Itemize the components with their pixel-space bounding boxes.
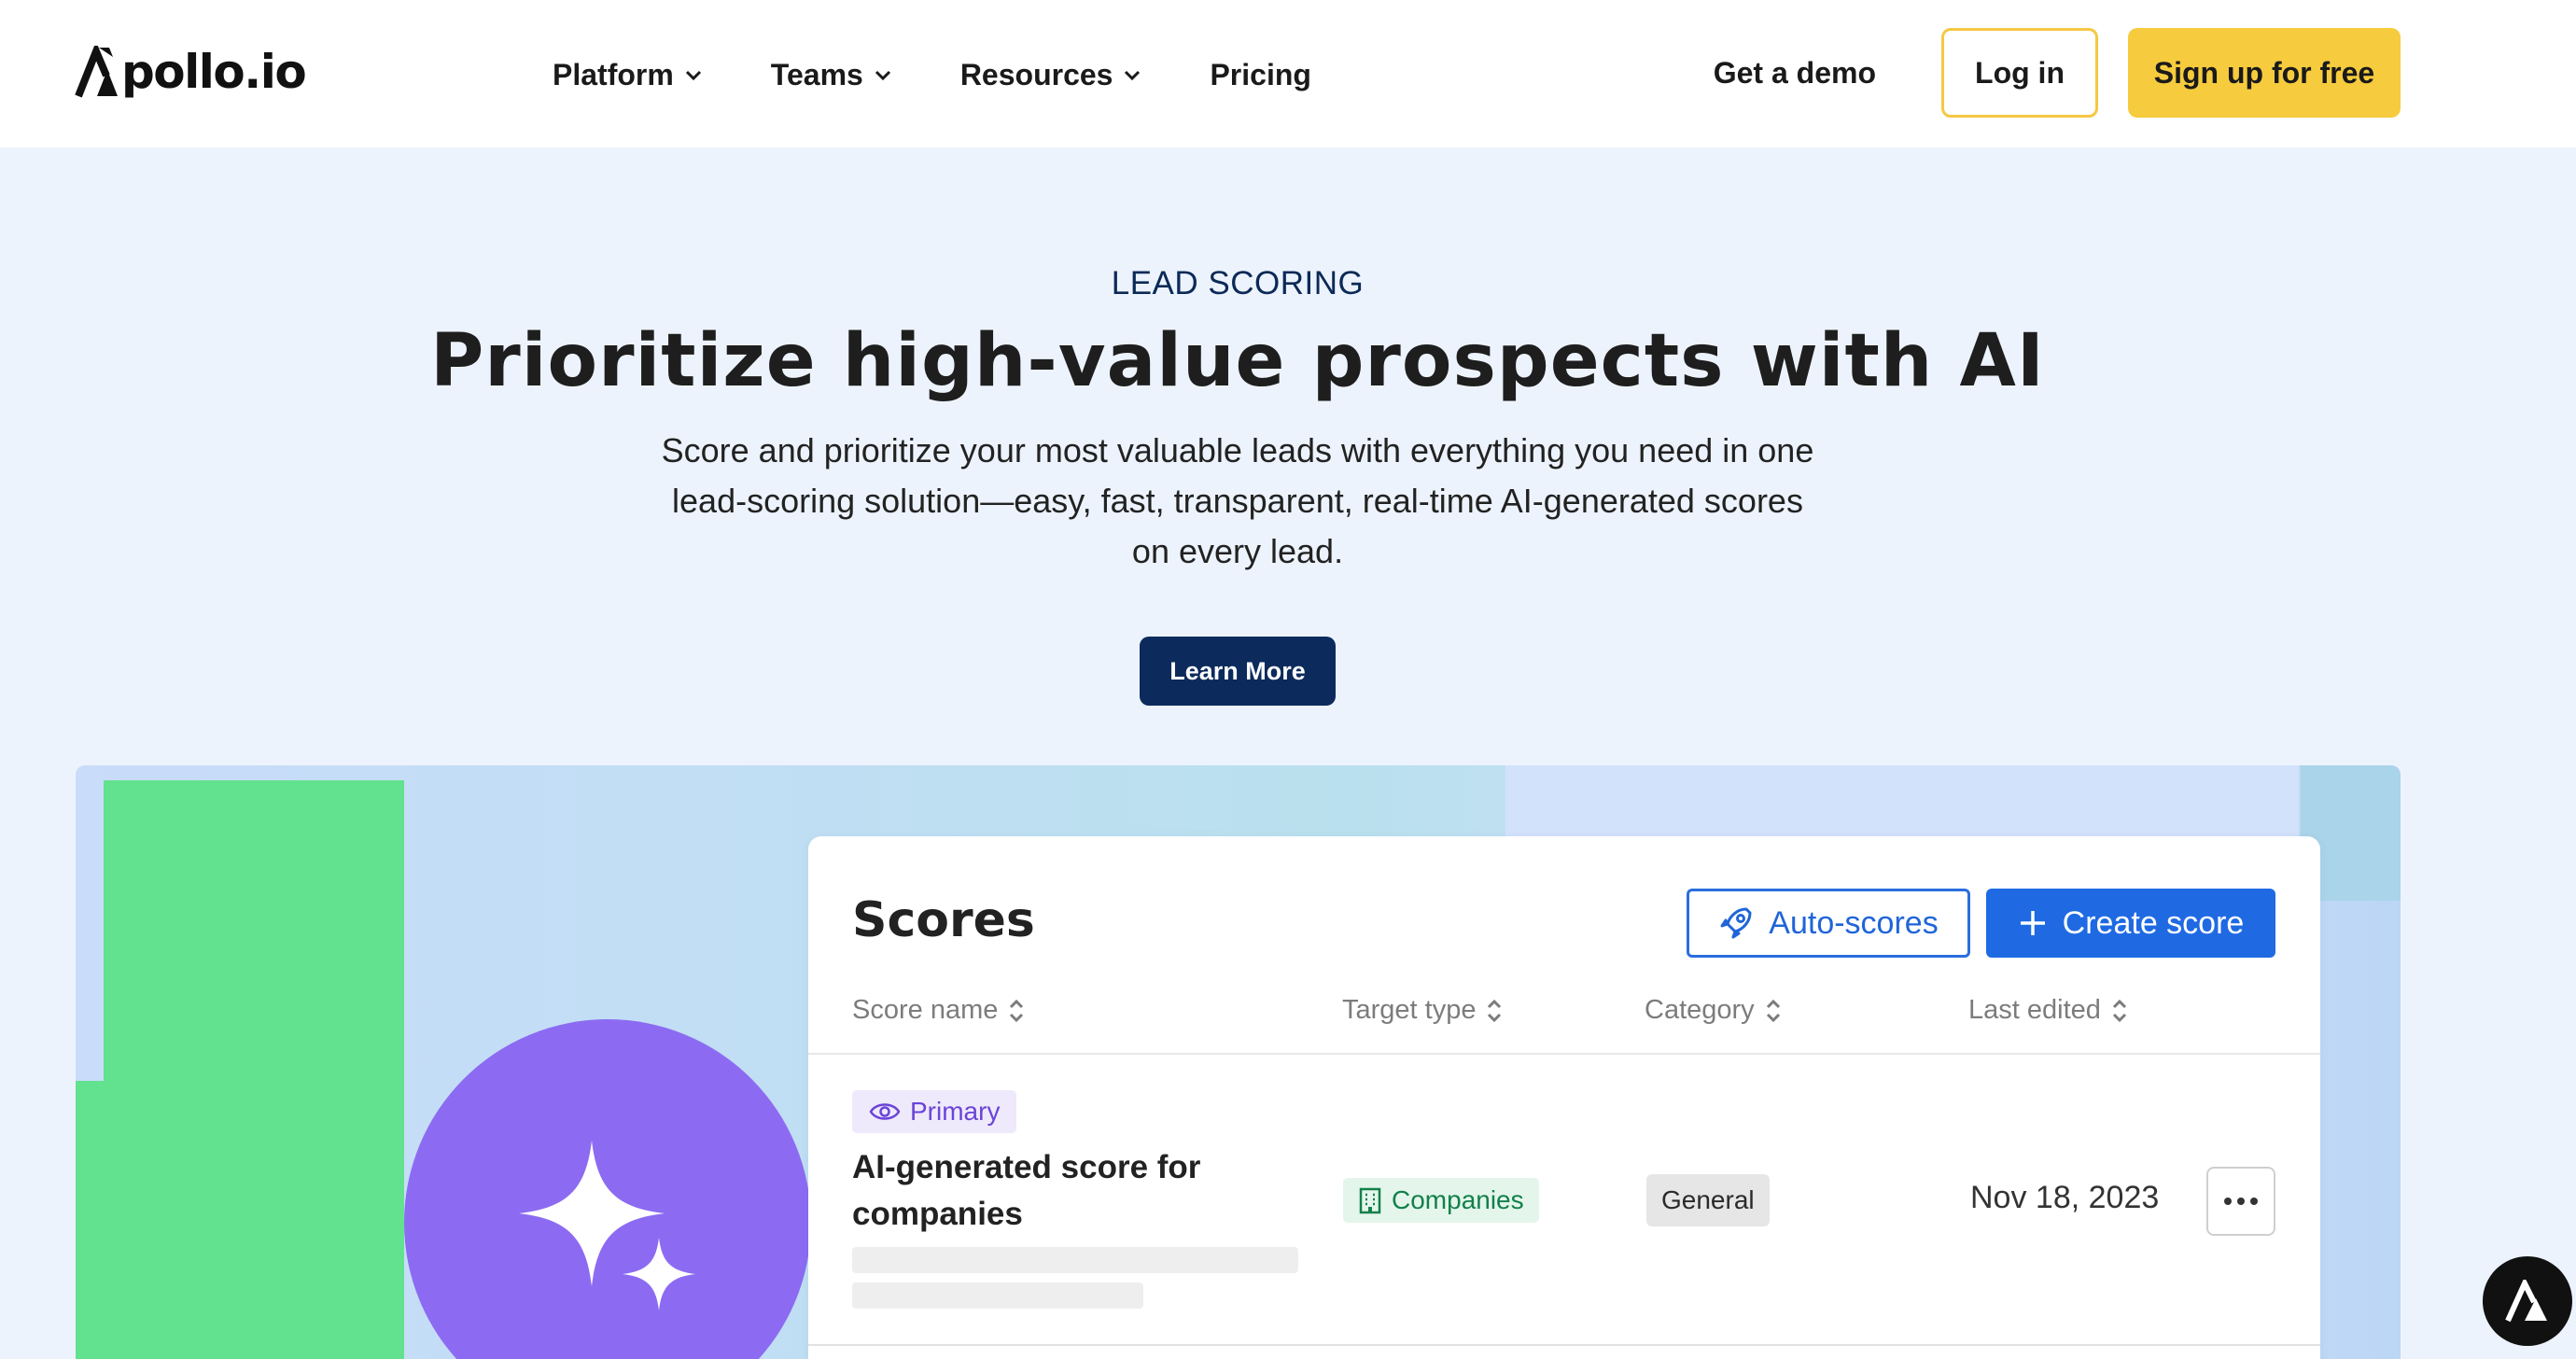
column-header-category[interactable]: Category [1645,995,1783,1026]
skeleton-line [852,1282,1143,1309]
nav-resources[interactable]: Resources [960,49,1143,101]
log-in-button[interactable]: Log in [1941,28,2098,118]
scores-title: Scores [852,892,1035,948]
sign-up-button[interactable]: Sign up for free [2128,28,2401,118]
column-header-last-edited[interactable]: Last edited [1968,995,2129,1026]
decor-tile [1505,765,2299,840]
create-score-label: Create score [2062,904,2245,941]
table-header-divider [808,1053,2320,1055]
nav-platform-label: Platform [553,57,674,91]
score-name: AI-generated score for companies [852,1149,1201,1232]
more-horizontal-icon [2224,1198,2258,1205]
sort-icon [1766,999,1780,1022]
chevron-down-icon [1122,64,1142,85]
create-score-button[interactable]: Create score [1986,889,2275,958]
nav-pricing-label: Pricing [1210,57,1311,91]
decor-green-block [76,1081,132,1359]
sort-icon [2112,999,2126,1022]
nav-teams-label: Teams [770,57,863,91]
apollo-assistant-button[interactable] [2483,1256,2572,1346]
sparkle-icon [519,1141,695,1310]
product-illustration: Scores Auto-scores Create score Score na… [76,765,2401,1359]
nav-teams[interactable]: Teams [771,49,893,101]
column-header-label: Last edited [1968,995,2101,1025]
main-menu: Platform Teams Resources Pricing [553,49,1311,101]
eye-icon [869,1103,901,1120]
scores-card: Scores Auto-scores Create score Score na… [808,836,2320,1359]
logo-text: pollo.io [121,45,307,99]
column-header-target-type[interactable]: Target type [1342,995,1504,1026]
apollo-logo[interactable]: pollo.io [75,41,307,103]
primary-badge: Primary [852,1090,1017,1133]
nav-resources-label: Resources [959,57,1113,91]
chevron-down-icon [683,64,704,85]
row-divider [808,1344,2320,1346]
top-nav: pollo.io Platform Teams Resources Pricin… [0,0,2576,147]
auto-scores-button[interactable]: Auto-scores [1687,889,1970,958]
learn-more-button[interactable]: Learn More [1140,637,1336,706]
decor-green-block [104,780,404,1359]
sort-icon [1488,999,1502,1022]
plus-icon [2020,911,2045,935]
skeleton-line [852,1247,1298,1273]
get-demo-link[interactable]: Get a demo [1714,56,1876,91]
apollo-a-icon [75,46,118,98]
target-type-badge: Companies [1343,1178,1539,1223]
last-edited-date: Nov 18, 2023 [1970,1180,2160,1215]
auto-scores-label: Auto-scores [1769,904,1939,941]
hero-title: Prioritize high-value prospects with AI [430,319,2045,403]
primary-badge-label: Primary [910,1097,1001,1126]
column-header-score-name[interactable]: Score name [852,995,1026,1026]
apollo-logo-icon [2505,1280,2547,1323]
nav-platform[interactable]: Platform [553,49,704,101]
hero-subtitle: Score and prioritize your most valuable … [661,431,1814,570]
more-options-button[interactable] [2206,1167,2275,1236]
category-badge: General [1646,1174,1770,1226]
sort-icon [1010,999,1024,1022]
target-type-label: Companies [1392,1185,1524,1214]
nav-pricing[interactable]: Pricing [1210,49,1310,101]
building-icon [1359,1187,1381,1214]
chevron-down-icon [873,64,893,85]
column-header-label: Score name [852,995,999,1025]
column-header-label: Category [1645,995,1755,1025]
hero-eyebrow: LEAD SCORING [1111,265,1365,301]
nav-actions: Get a demo Log in Sign up for free [1714,28,2401,118]
column-header-label: Target type [1342,995,1477,1025]
rocket-icon [1720,907,1752,939]
